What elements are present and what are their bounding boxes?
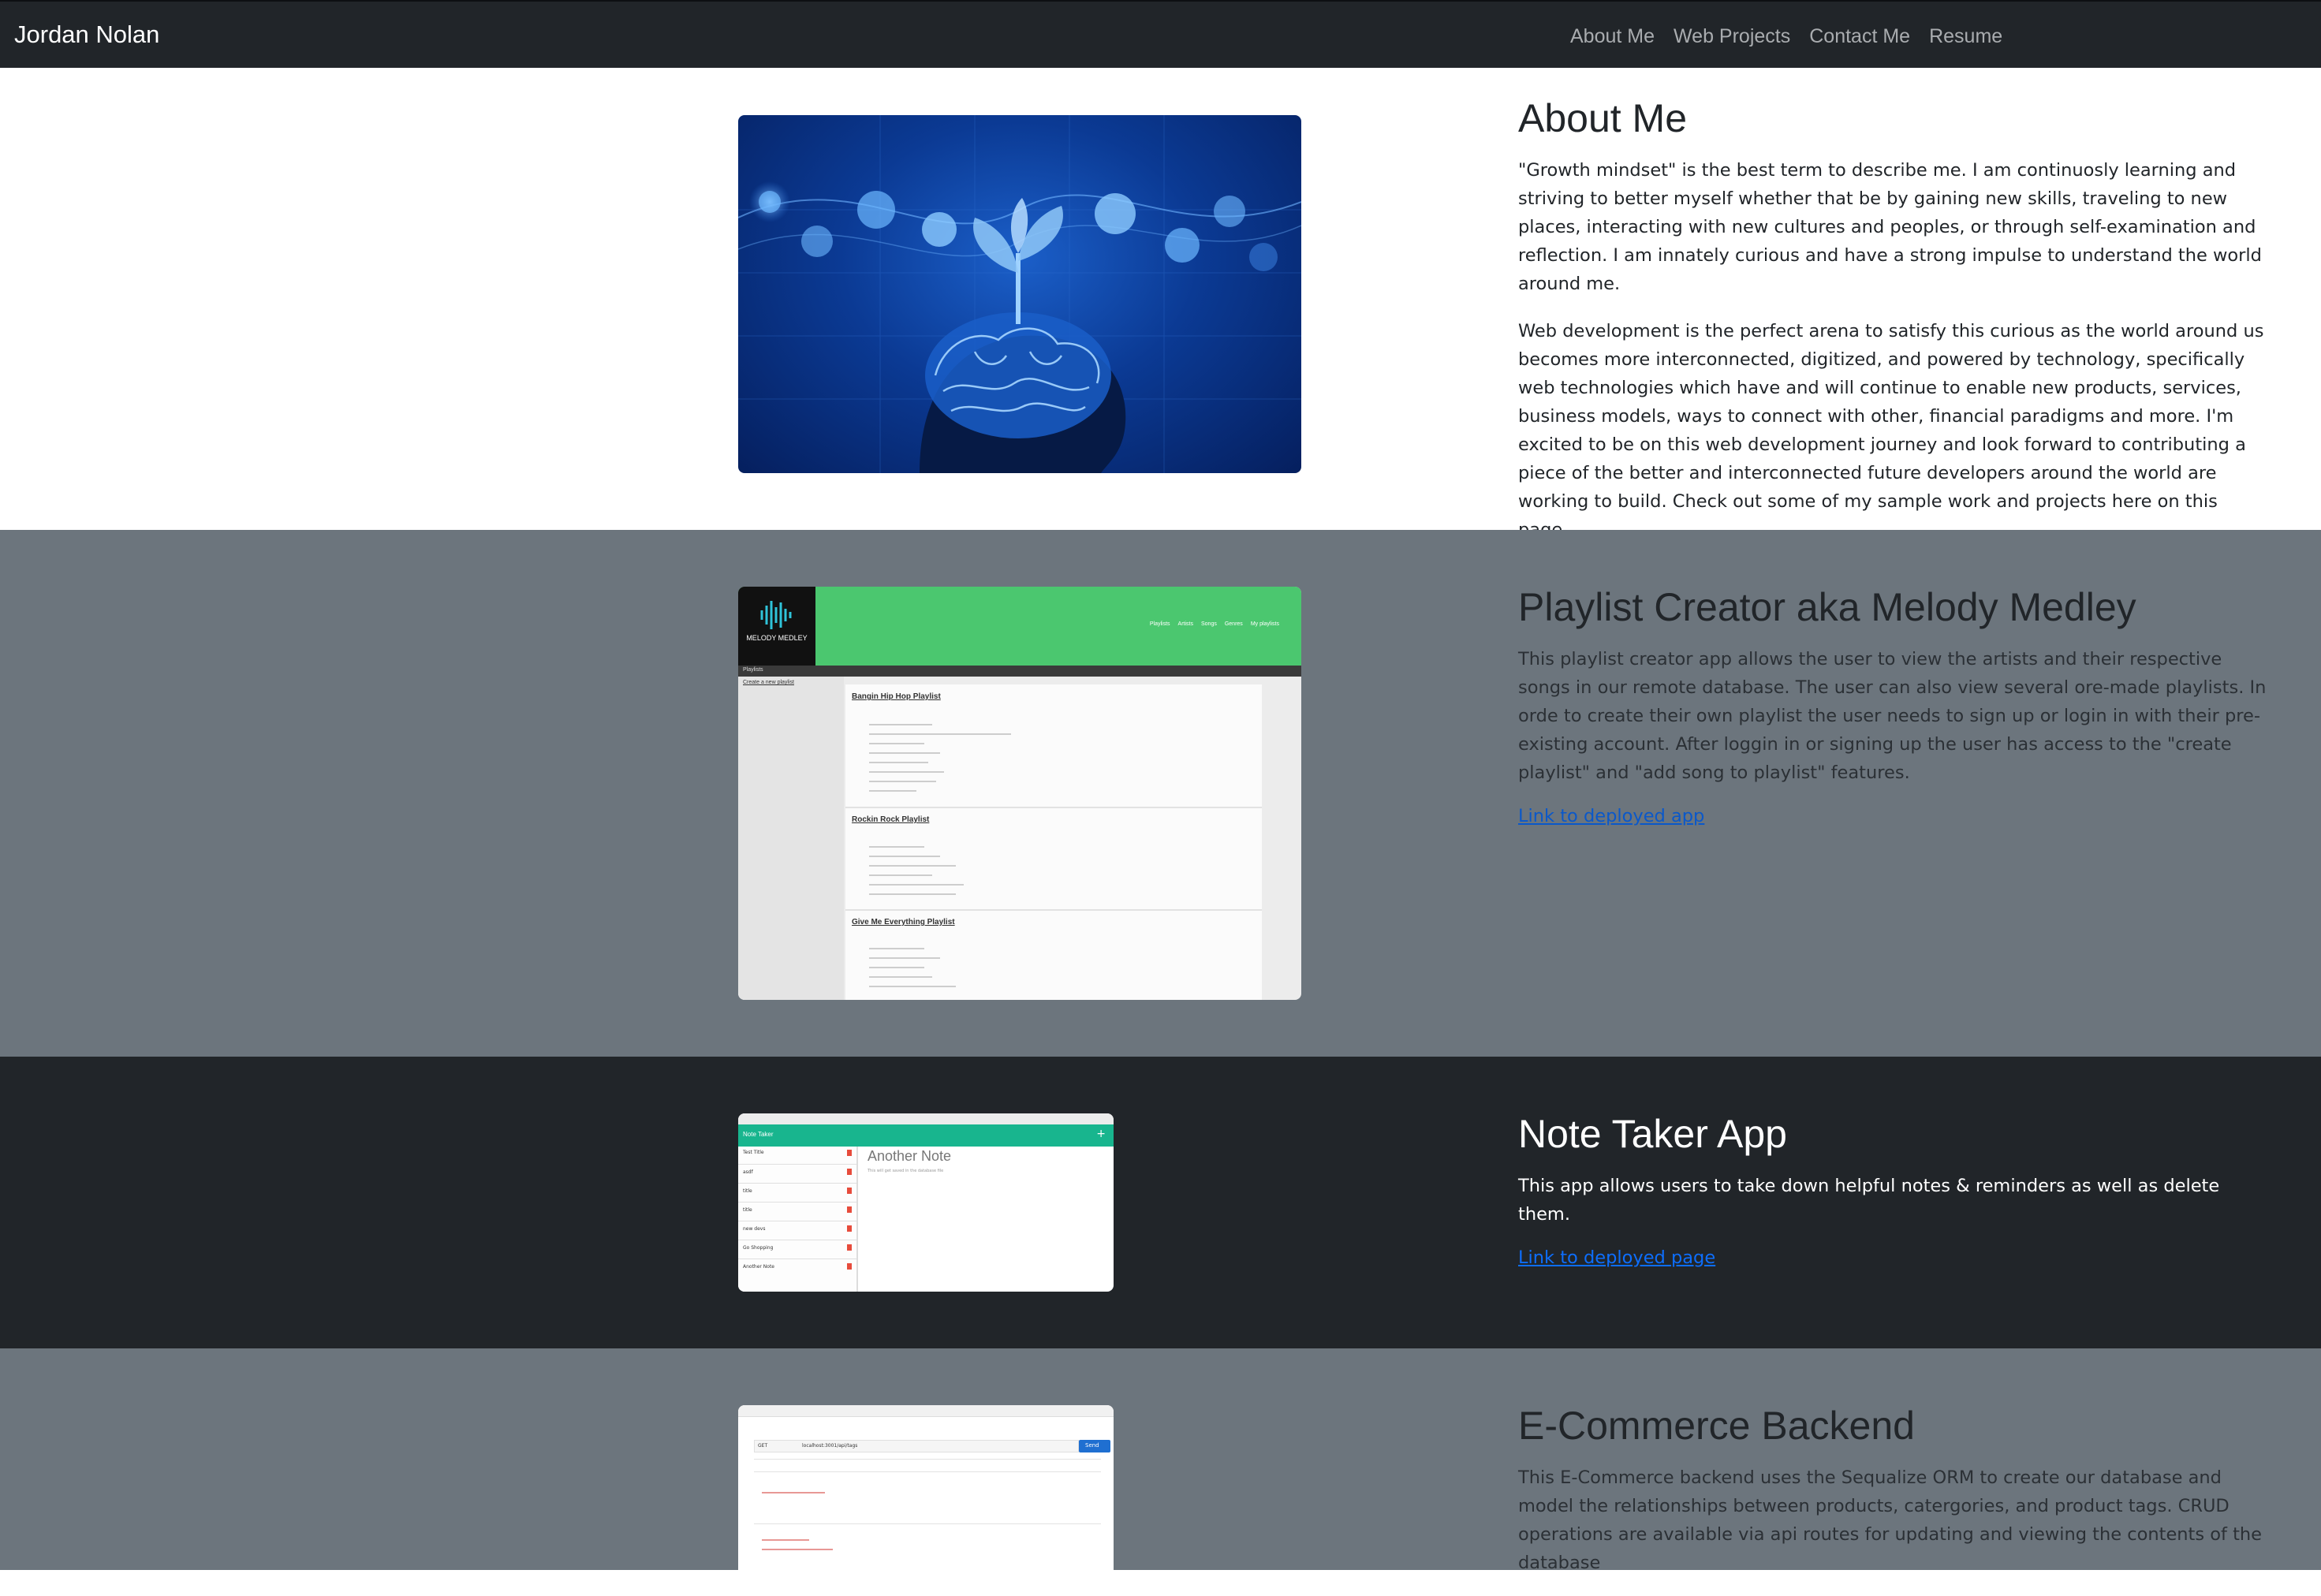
note-taker-title: Note Taker App <box>1518 1112 1787 1156</box>
melody-nav-songs[interactable]: Songs <box>1201 621 1217 627</box>
melody-nav-artists[interactable]: Artists <box>1178 621 1193 627</box>
ecommerce-title: E-Commerce Backend <box>1518 1404 1915 1448</box>
ecommerce-description: This E-Commerce backend uses the Sequali… <box>1518 1467 2263 1573</box>
melody-playlist-title-1[interactable]: Bangin Hip Hop Playlist <box>852 692 941 701</box>
melody-playlist-title-2[interactable]: Rockin Rock Playlist <box>852 815 929 824</box>
about-paragraph-1: "Growth mindset" is the best term to des… <box>1518 159 2262 294</box>
trash-icon[interactable] <box>847 1244 852 1251</box>
trash-icon[interactable] <box>847 1263 852 1270</box>
note-taker-screenshot[interactable]: Note Taker + Test Title asdf title title… <box>738 1113 1114 1292</box>
note-taker-text: Note Taker App This app allows users to … <box>1518 1112 2271 1268</box>
melody-subbar: Playlists <box>738 666 1301 677</box>
about-text: About Me "Growth mindset" is the best te… <box>1518 96 2271 563</box>
trash-icon[interactable] <box>847 1225 852 1232</box>
ecommerce-url: localhost:3001/api/tags <box>802 1443 858 1449</box>
playlist-screenshot[interactable]: MELODY MEDLEY Playlists Artists Songs Ge… <box>738 587 1301 1000</box>
navbar: Jordan Nolan About Me Web Projects Conta… <box>0 0 2321 68</box>
project-note-taker-section: Note Taker + Test Title asdf title title… <box>0 1057 2321 1348</box>
project-playlist-section: MELODY MEDLEY Playlists Artists Songs Ge… <box>0 530 2321 1057</box>
about-title: About Me <box>1518 96 1688 140</box>
ecommerce-text: E-Commerce Backend This E-Commerce backe… <box>1518 1404 2271 1596</box>
melody-nav-playlists[interactable]: Playlists <box>1150 621 1170 627</box>
note-app-title: Note Taker <box>743 1131 774 1138</box>
playlist-deployed-link[interactable]: Link to deployed app <box>1518 806 1704 826</box>
melody-nav: Playlists Artists Songs Genres My playli… <box>1150 621 1279 627</box>
brand-link[interactable]: Jordan Nolan <box>14 21 159 49</box>
note-list-item[interactable]: Test Title <box>743 1150 764 1155</box>
ecommerce-tab-bar <box>738 1405 1114 1417</box>
melody-playlist-card: Bangin Hip Hop Playlist Rockin Rock Play… <box>845 684 1262 1000</box>
ecommerce-send-label: Send <box>1085 1442 1099 1449</box>
note-header: Note Taker + <box>738 1124 1114 1147</box>
note-detail-title: Another Note <box>868 1148 952 1164</box>
nav-about-me[interactable]: About Me <box>1570 25 1655 48</box>
note-taker-description: This app allows users to take down helpf… <box>1518 1175 2220 1225</box>
melody-sidebar: Create a new playlist <box>738 677 844 1000</box>
ecommerce-screenshot[interactable]: GET localhost:3001/api/tags Send <box>738 1405 1114 1594</box>
playlist-title: Playlist Creator aka Melody Medley <box>1518 585 2136 629</box>
melody-create-link[interactable]: Create a new playlist <box>743 680 794 685</box>
note-list-item[interactable]: Go Shopping <box>743 1245 773 1251</box>
note-detail-body: This will get saved in the database file <box>868 1169 944 1173</box>
note-list-item[interactable]: title <box>743 1207 752 1213</box>
nav-web-projects[interactable]: Web Projects <box>1674 25 1790 48</box>
ecommerce-url-bar: GET localhost:3001/api/tags <box>754 1440 1079 1452</box>
ecommerce-send-button[interactable]: Send <box>1079 1440 1110 1452</box>
project-ecommerce-section: GET localhost:3001/api/tags Send E-Comme… <box>0 1348 2321 1594</box>
nav-resume[interactable]: Resume <box>1929 25 2002 48</box>
nav-links: About Me Web Projects Contact Me Resume <box>1570 25 2002 48</box>
melody-logo: MELODY MEDLEY <box>738 587 815 666</box>
about-image <box>738 115 1301 473</box>
note-list-item[interactable]: title <box>743 1188 752 1194</box>
melody-playlist-title-3[interactable]: Give Me Everything Playlist <box>852 918 955 927</box>
note-list: Test Title asdf title title new devs Go … <box>738 1147 858 1292</box>
melody-logo-text: MELODY MEDLEY <box>746 634 808 642</box>
melody-nav-genres[interactable]: Genres <box>1225 621 1243 627</box>
trash-icon[interactable] <box>847 1150 852 1156</box>
brain-sprout-illustration <box>738 115 1301 473</box>
melody-subbar-label: Playlists <box>743 667 763 673</box>
about-paragraph-2: Web development is the perfect arena to … <box>1518 320 2264 540</box>
note-taker-deployed-link[interactable]: Link to deployed page <box>1518 1247 1715 1268</box>
melody-nav-my-playlists[interactable]: My playlists <box>1251 621 1279 627</box>
note-list-item[interactable]: Another Note <box>743 1264 774 1270</box>
playlist-text: Playlist Creator aka Melody Medley This … <box>1518 585 2271 826</box>
plus-icon: + <box>1096 1128 1106 1140</box>
note-list-item[interactable]: asdf <box>743 1169 753 1175</box>
note-browser-bar <box>738 1113 1114 1124</box>
about-section: About Me "Growth mindset" is the best te… <box>0 68 2321 540</box>
trash-icon[interactable] <box>847 1206 852 1213</box>
ecommerce-method: GET <box>758 1443 768 1449</box>
trash-icon[interactable] <box>847 1169 852 1175</box>
nav-contact-me[interactable]: Contact Me <box>1809 25 1910 48</box>
waveform-icon <box>760 601 792 629</box>
note-list-item[interactable]: new devs <box>743 1226 766 1232</box>
trash-icon[interactable] <box>847 1188 852 1194</box>
playlist-description: This playlist creator app allows the use… <box>1518 648 2267 783</box>
